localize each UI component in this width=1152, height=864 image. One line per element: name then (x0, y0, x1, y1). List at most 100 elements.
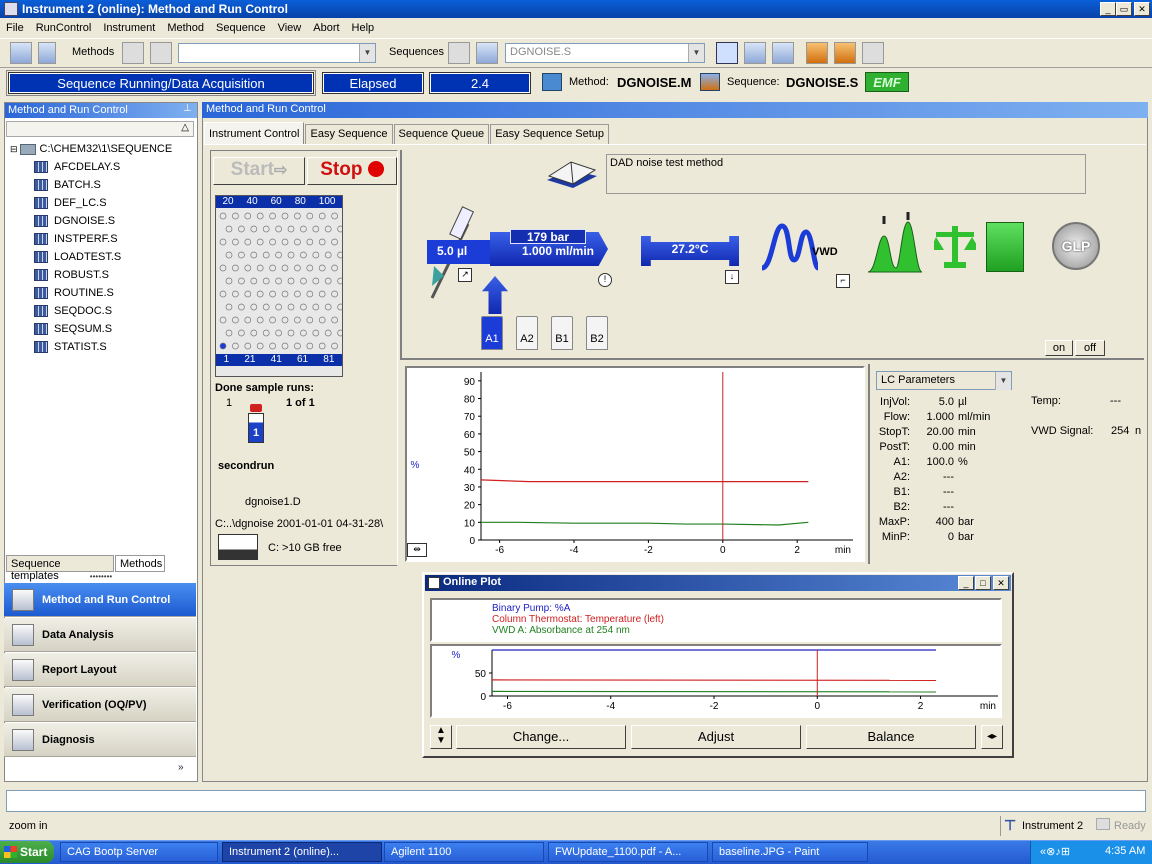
tray-position[interactable] (294, 238, 301, 246)
tray-position[interactable] (232, 238, 239, 246)
tray-position[interactable] (256, 316, 264, 324)
tree-item[interactable]: ROBUST.S (10, 266, 172, 284)
nav-diagnosis[interactable]: Diagnosis (4, 723, 196, 757)
start-button[interactable]: Start⇨ (213, 157, 305, 185)
tab-instrument-control[interactable]: Instrument Control (204, 122, 305, 144)
task-cag-bootp[interactable]: CAG Bootp Server (60, 842, 218, 862)
lc-params-dropdown[interactable]: LC Parameters ▼ (876, 371, 1012, 390)
close-button[interactable]: ✕ (1134, 2, 1150, 16)
tray-position[interactable] (337, 303, 342, 311)
tree-item[interactable]: AFCDELAY.S (10, 158, 172, 176)
menu-sequence[interactable]: Sequence (210, 22, 272, 34)
menu-runcontrol[interactable]: RunControl (30, 22, 98, 34)
tray-position[interactable] (306, 342, 314, 350)
tray-position[interactable] (219, 212, 227, 220)
tray-position[interactable] (238, 225, 245, 233)
injector-menu-icon[interactable]: ↗ (458, 268, 472, 282)
tray-position[interactable] (219, 264, 227, 272)
tray-position[interactable] (250, 225, 258, 233)
tray-position[interactable] (256, 212, 264, 220)
tab-easy-sequence-setup[interactable]: Easy Sequence Setup (490, 124, 610, 144)
tray-position[interactable] (262, 251, 270, 259)
menu-help[interactable]: Help (346, 22, 381, 34)
online-plot-maximize-button[interactable]: □ (975, 576, 991, 590)
tray-position[interactable] (318, 238, 326, 246)
book-icon[interactable] (806, 42, 828, 64)
bottle-a1[interactable]: A1 (481, 316, 503, 350)
tray-position[interactable] (294, 342, 301, 350)
tree-item[interactable]: INSTPERF.S (10, 230, 172, 248)
pin-icon[interactable]: ⊥ (183, 103, 192, 114)
command-line[interactable] (6, 790, 1146, 812)
tray-position[interactable] (294, 290, 301, 298)
tree-item[interactable]: SEQSUM.S (10, 320, 172, 338)
sequence-icon[interactable] (700, 73, 720, 91)
method-book-large-icon[interactable] (545, 154, 599, 192)
tree-item[interactable]: ROUTINE.S (10, 284, 172, 302)
tray-position[interactable] (256, 238, 264, 246)
bottle-a2[interactable]: A2 (516, 316, 538, 350)
tab-sequence-queue[interactable]: Sequence Queue (393, 124, 490, 144)
tree-item[interactable]: STATIST.S (10, 338, 172, 356)
tray-position[interactable] (262, 303, 270, 311)
tray-position[interactable] (312, 303, 320, 311)
tray-position[interactable] (331, 212, 338, 220)
report-icon[interactable] (986, 222, 1024, 272)
tree-root[interactable]: ⊟ C:\CHEM32\1\SEQUENCE (10, 140, 172, 158)
on-button[interactable]: on (1045, 340, 1073, 356)
tray-position[interactable] (312, 251, 320, 259)
tray-position[interactable] (287, 277, 295, 285)
thermostat-menu-icon[interactable]: ↓ (725, 270, 739, 284)
tray-position[interactable] (324, 277, 332, 285)
menu-instrument[interactable]: Instrument (97, 22, 161, 34)
tray-position[interactable] (269, 264, 276, 272)
balance-button[interactable]: Balance (806, 725, 976, 749)
online-plot-minimize-button[interactable]: _ (958, 576, 974, 590)
tray-position[interactable] (281, 342, 289, 350)
load-sequence-icon[interactable] (448, 42, 470, 64)
tray-position[interactable] (219, 238, 227, 246)
tray-position[interactable] (324, 303, 332, 311)
tray-position[interactable] (232, 342, 239, 350)
tray-position[interactable] (269, 238, 276, 246)
minimize-button[interactable]: _ (1100, 2, 1116, 16)
menu-view[interactable]: View (272, 22, 308, 34)
tray-position[interactable] (275, 251, 282, 259)
emf-badge[interactable]: EMF (865, 72, 909, 92)
task-fwupdate-pdf[interactable]: FWUpdate_1100.pdf - A... (548, 842, 708, 862)
menu-abort[interactable]: Abort (307, 22, 345, 34)
tray-position[interactable] (256, 264, 264, 272)
tray-position[interactable] (250, 277, 258, 285)
tray-position[interactable] (238, 329, 245, 337)
tray-position[interactable] (337, 329, 342, 337)
tray-position[interactable] (244, 342, 252, 350)
vwd-detector-icon[interactable] (760, 220, 818, 272)
clock[interactable]: 4:35 AM (1105, 845, 1145, 857)
nav-verification[interactable]: Verification (OQ/PV) (4, 688, 196, 722)
tray-position[interactable] (294, 212, 301, 220)
bottle-b2[interactable]: B2 (586, 316, 608, 350)
tray-position[interactable] (306, 212, 314, 220)
tray-position[interactable] (262, 329, 270, 337)
scroll-up-down-button[interactable]: ▲ ▼ (430, 725, 452, 749)
tray-position[interactable] (324, 251, 332, 259)
tray-position[interactable] (225, 251, 233, 259)
tray-position[interactable] (287, 303, 295, 311)
sample-tray-icon[interactable] (834, 42, 856, 64)
glp-button[interactable]: GLP (1052, 222, 1100, 270)
tray-position[interactable] (287, 329, 295, 337)
task-agilent-1100[interactable]: Agilent 1100 (384, 842, 544, 862)
tray-position[interactable] (331, 238, 338, 246)
tray-position[interactable] (219, 316, 227, 324)
tray-position[interactable] (318, 290, 326, 298)
tray-position[interactable] (312, 225, 320, 233)
tray-position[interactable] (238, 251, 245, 259)
tree-item[interactable]: SEQDOC.S (10, 302, 172, 320)
main-plot[interactable]: 0 10 20 30 40 50 60 70 80 90 -6 -4 -2 0 2 min% (407, 368, 863, 560)
off-button[interactable]: off (1075, 340, 1105, 356)
tray-position[interactable] (281, 316, 289, 324)
tray-position[interactable] (287, 225, 295, 233)
tray-position[interactable] (318, 264, 326, 272)
injector-volume[interactable]: 5.0 µl (427, 240, 492, 264)
tray-position[interactable] (275, 277, 282, 285)
